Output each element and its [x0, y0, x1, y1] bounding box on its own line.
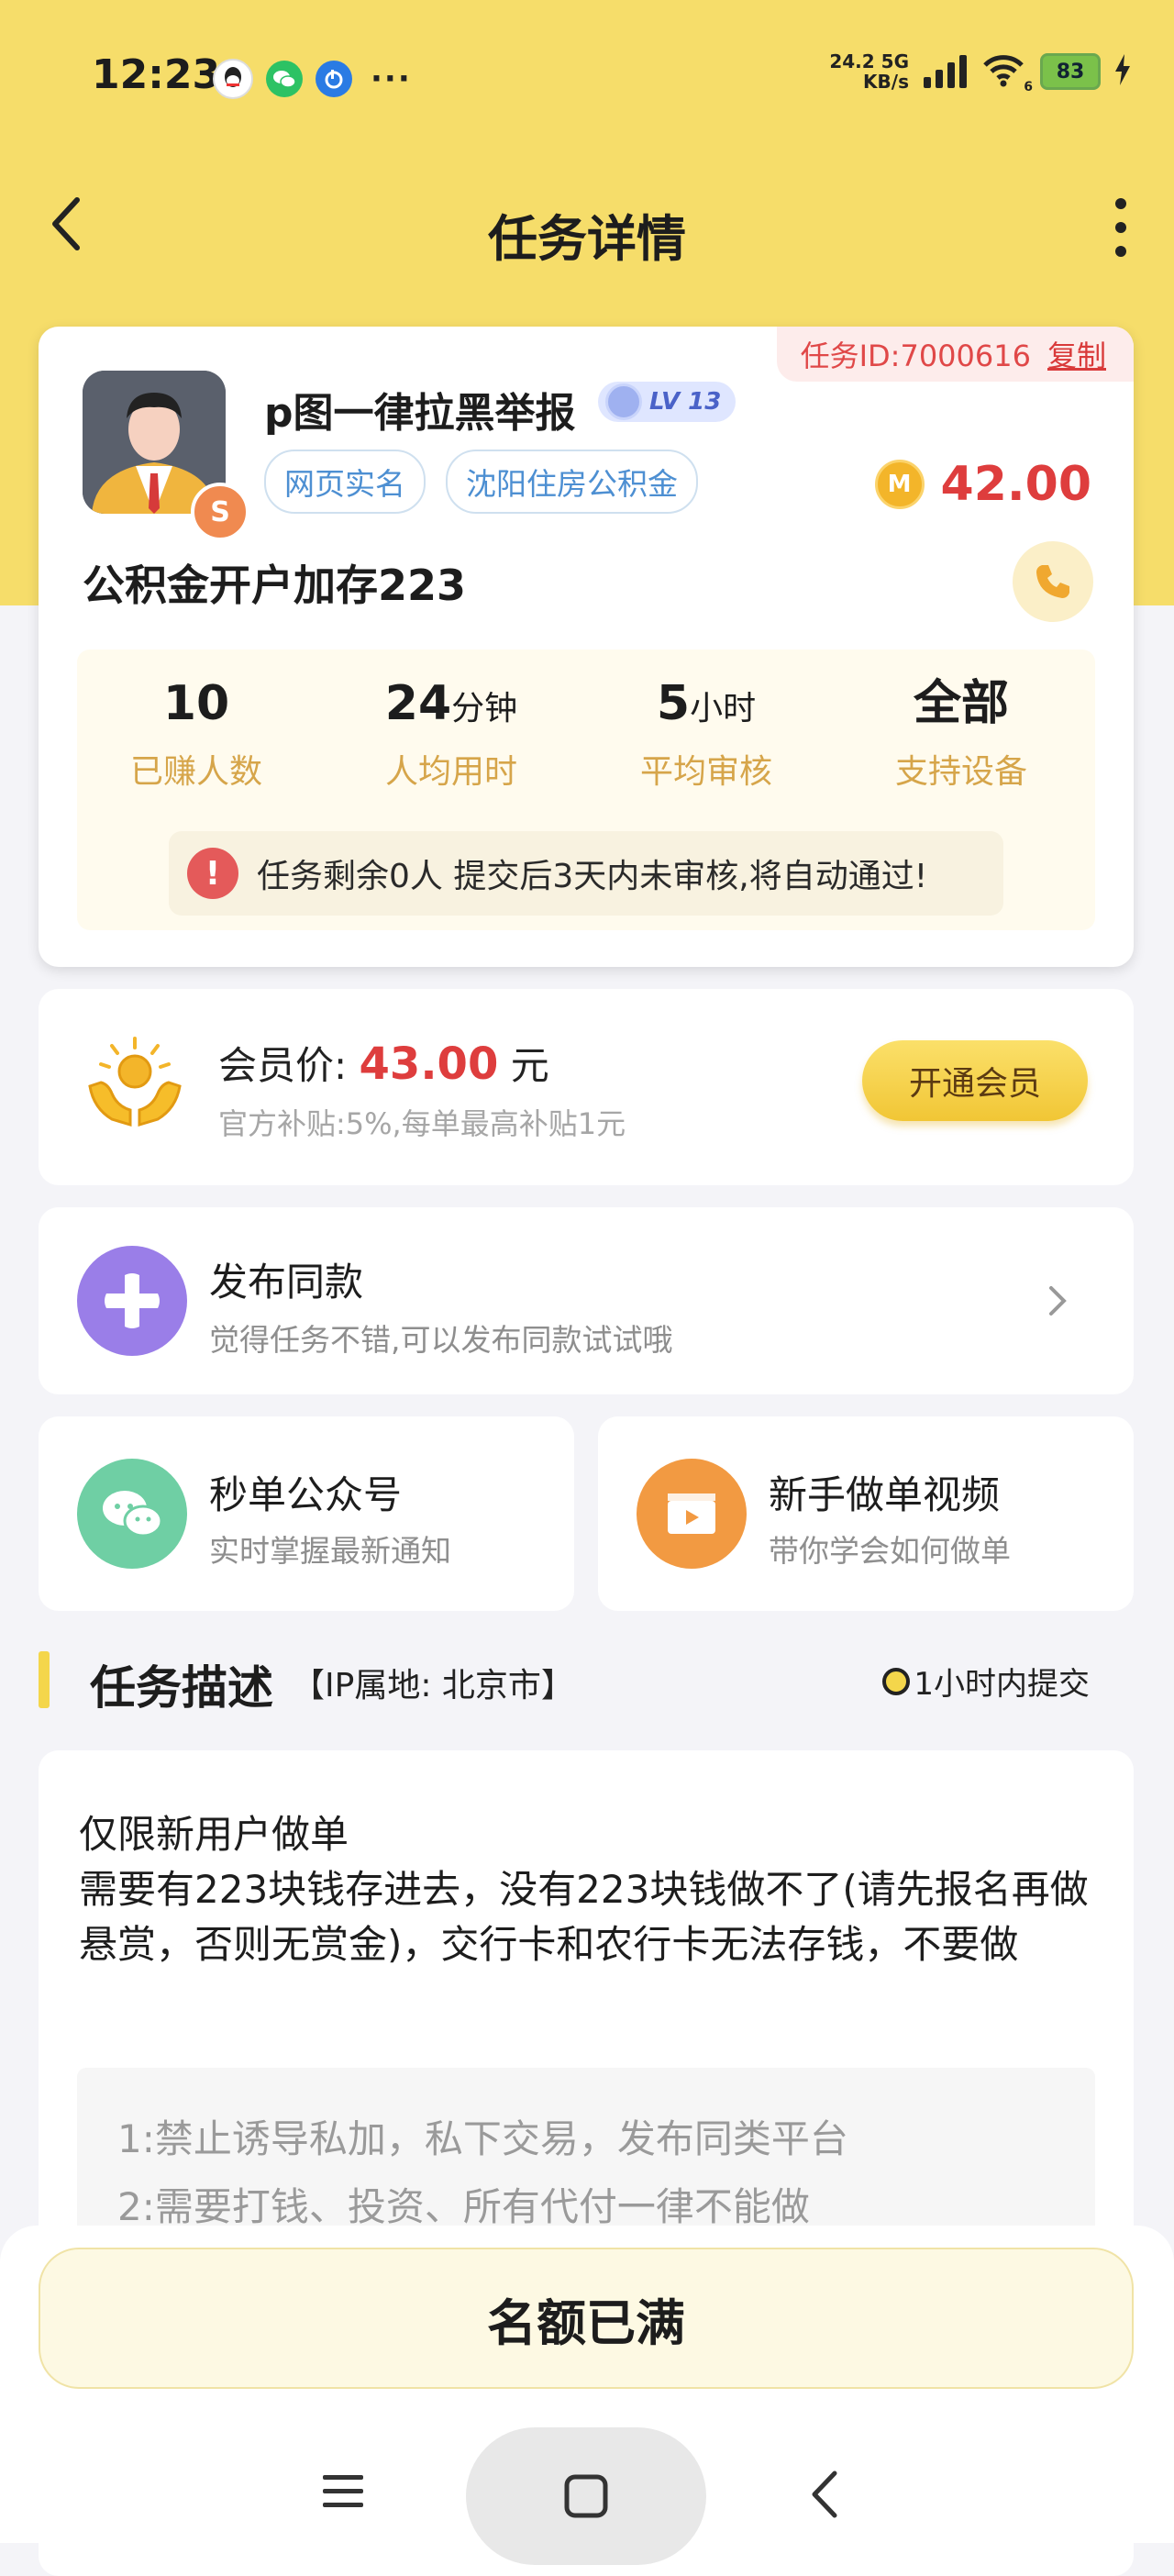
- net-speed-unit: KB/s: [863, 71, 909, 93]
- stat-earned: 10 已赚人数: [77, 670, 316, 793]
- quota-full-button[interactable]: 名额已满: [39, 2248, 1134, 2389]
- stat-unit: 小时: [690, 690, 757, 727]
- wifi-icon: 6: [981, 54, 1033, 94]
- notice-text: 任务剩余0人 提交后3天内未审核,将自动通过!: [257, 858, 928, 895]
- bottom-action-bar: 名额已满: [0, 2226, 1174, 2565]
- warning-icon: !: [187, 848, 238, 899]
- task-notice: ! 任务剩余0人 提交后3天内未审核,将自动通过!: [169, 831, 1003, 916]
- copy-id-button[interactable]: 复制: [1047, 333, 1106, 375]
- network-speed: 24.2 5G KB/s: [829, 51, 909, 92]
- stat-label: 人均用时: [384, 753, 517, 791]
- stat-label: 平均审核: [639, 753, 772, 791]
- system-indicators: 24.2 5G KB/s 6 83: [829, 51, 1130, 94]
- stat-devices: 全部 支持设备: [842, 670, 1080, 793]
- more-dots-icon: ···: [371, 61, 412, 97]
- medal-icon: [605, 383, 642, 420]
- publish-same-title: 发布同款: [209, 1260, 364, 1305]
- stat-value: 全部: [913, 676, 1009, 731]
- battery-icon: 83: [1040, 53, 1101, 90]
- section-title: 任务描述: [90, 1661, 273, 1715]
- back-nav-button[interactable]: [807, 2470, 844, 2519]
- plus-icon: [77, 1246, 187, 1356]
- task-info-card: 任务ID:7000616 复制 S p图一律拉黑举报 LV 13 网页实名 沈阳…: [39, 327, 1134, 967]
- quick-link-title: 秒单公众号: [209, 1472, 403, 1517]
- member-price-unit: 元: [498, 1043, 549, 1088]
- system-navigation-bar: [0, 2405, 1174, 2565]
- tag-item: 沈阳住房公积金: [446, 450, 698, 514]
- status-time: 12:23: [92, 51, 221, 98]
- more-menu-button[interactable]: [1108, 198, 1134, 257]
- ip-location: 【IP属地: 北京市】: [292, 1667, 574, 1704]
- level-badge: LV 13: [598, 382, 737, 422]
- publish-same-subtitle: 觉得任务不错,可以发布同款试试哦: [209, 1322, 673, 1358]
- subsidy-text: 官方补贴:5%,每单最高补贴1元: [218, 1106, 626, 1141]
- net-speed-value: 24.2: [829, 50, 875, 72]
- stat-value: 10: [162, 676, 230, 731]
- home-nav-button[interactable]: [466, 2427, 706, 2565]
- description-line: 需要有223块钱存进去，没有223块钱做不了(请先报名再做悬赏，否则无赏金)，交…: [79, 1867, 1089, 1967]
- coin-icon: M: [874, 460, 925, 509]
- stat-avg-time: 24分钟 人均用时: [332, 670, 570, 793]
- quick-link-subtitle: 实时掌握最新通知: [209, 1533, 451, 1569]
- top-nav: 任务详情: [0, 174, 1174, 275]
- page-title: 任务详情: [488, 210, 686, 268]
- status-bar: 12:23 ··· 24.2 5G KB/s 6 83: [0, 0, 1174, 156]
- wechat-icon: [266, 61, 303, 97]
- submit-deadline: 1小时内提交: [882, 1659, 1090, 1704]
- stat-value: 24: [384, 676, 452, 731]
- coin-hands-icon: [84, 1035, 185, 1136]
- stat-label: 已赚人数: [129, 753, 262, 791]
- menu-nav-button[interactable]: [321, 2471, 365, 2512]
- stat-unit: 分钟: [451, 690, 518, 727]
- signal-icon: [924, 55, 967, 88]
- publish-same-card[interactable]: 发布同款 觉得任务不错,可以发布同款试试哦: [39, 1207, 1134, 1394]
- vip-s-badge: S: [191, 483, 249, 541]
- deadline-text: 1小时内提交: [914, 1666, 1090, 1703]
- member-price-card: 会员价: 43.00 元 官方补贴:5%,每单最高补贴1元 开通会员: [39, 989, 1134, 1185]
- level-text: LV 13: [649, 388, 722, 416]
- video-icon: [637, 1459, 747, 1569]
- task-id-bar: 任务ID:7000616 复制: [776, 327, 1134, 382]
- wifi-level: 6: [1024, 80, 1033, 94]
- phone-button[interactable]: [1013, 541, 1093, 622]
- blue-app-icon: [316, 61, 352, 97]
- qq-icon: [213, 59, 253, 99]
- publisher-name: p图一律拉黑举报: [264, 390, 576, 437]
- description-line: 仅限新用户做单: [79, 1812, 349, 1857]
- stat-value: 5: [656, 676, 691, 731]
- beginner-video-card[interactable]: 新手做单视频 带你学会如何做单: [598, 1416, 1134, 1611]
- clock-icon: [882, 1667, 911, 1695]
- home-square-icon: [564, 2474, 608, 2518]
- reward: M 42.00: [874, 457, 1091, 512]
- member-price-line: 会员价: 43.00 元: [218, 1035, 549, 1091]
- wechat-icon: [77, 1459, 187, 1569]
- stat-avg-review: 5小时 平均审核: [587, 670, 825, 793]
- tag-item: 网页实名: [264, 450, 426, 514]
- open-membership-button[interactable]: 开通会员: [862, 1040, 1088, 1121]
- member-price: 43.00: [359, 1038, 499, 1090]
- task-description-header: 任务描述 【IP属地: 北京市】 1小时内提交: [39, 1649, 1134, 1715]
- description-text: 仅限新用户做单 需要有223块钱存进去，没有223块钱做不了(请先报名再做悬赏，…: [79, 1807, 1097, 1972]
- task-id: 任务ID:7000616: [800, 339, 1031, 373]
- rule-item: 1:禁止诱导私加，私下交易，发布同类平台: [117, 2116, 848, 2161]
- phone-icon: [1036, 565, 1069, 598]
- stat-label: 支持设备: [894, 753, 1027, 791]
- task-tags: 网页实名 沈阳住房公积金: [264, 450, 698, 514]
- charging-icon: [1115, 54, 1130, 89]
- notification-icons: ···: [213, 59, 412, 99]
- quick-link-title: 新手做单视频: [769, 1472, 1001, 1517]
- rule-item: 2:需要打钱、投资、所有代付一律不能做: [117, 2184, 810, 2229]
- back-icon: [812, 2471, 837, 2518]
- wechat-official-account-card[interactable]: 秒单公众号 实时掌握最新通知: [39, 1416, 574, 1611]
- task-stats: 10 已赚人数 24分钟 人均用时 5小时 平均审核 全部 支持设备 ! 任务剩…: [77, 650, 1095, 930]
- member-price-label: 会员价:: [218, 1043, 360, 1088]
- section-accent-bar: [39, 1651, 50, 1708]
- network-type: 5G: [880, 50, 909, 72]
- quick-link-subtitle: 带你学会如何做单: [769, 1533, 1011, 1569]
- task-title: 公积金开户加存223: [83, 561, 467, 610]
- menu-icon: [323, 2475, 363, 2507]
- chevron-right-icon: [1046, 1284, 1069, 1317]
- reward-amount: 42.00: [940, 457, 1091, 512]
